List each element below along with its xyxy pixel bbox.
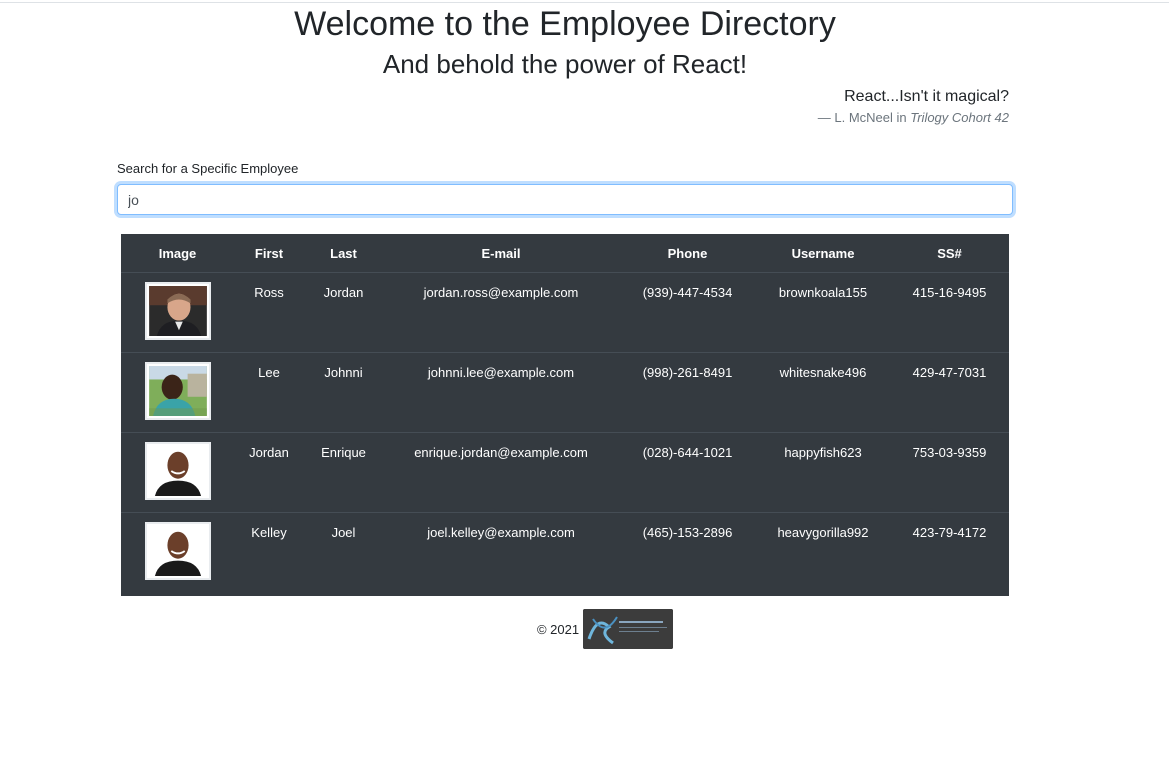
table-row: Ross Jordan jordan.ross@example.com (939…	[121, 273, 1009, 353]
page-title: Welcome to the Employee Directory	[294, 5, 836, 43]
employee-photo-icon	[148, 286, 207, 336]
table-row: Jordan Enrique enrique.jordan@example.co…	[121, 432, 1009, 513]
cell-ssn: 429-47-7031	[890, 352, 1009, 433]
cell-ssn: 415-16-9495	[912, 285, 987, 300]
column-header-username[interactable]: Username	[756, 234, 890, 273]
top-divider	[0, 2, 1169, 3]
cell-image	[121, 512, 234, 593]
cell-phone: (465)-153-2896	[619, 512, 756, 593]
employee-photo-icon	[148, 366, 207, 416]
cell-first: Jordan	[234, 432, 304, 513]
cell-username: heavygorilla992	[756, 512, 890, 593]
cell-email: enrique.jordan@example.com	[383, 432, 619, 513]
quote-text: React...Isn't it magical?	[844, 88, 1009, 105]
employee-photo	[144, 442, 211, 500]
quote-attribution: — L. McNeel in Trilogy Cohort 42	[818, 109, 1009, 127]
copyright-text: © 2021	[536, 621, 580, 637]
cell-ssn: 423-79-4172	[890, 512, 1009, 593]
quote-source: Trilogy Cohort 42	[910, 110, 1009, 125]
cell-first: Ross	[254, 285, 284, 300]
cell-last: Johnni	[304, 352, 383, 433]
cell-email: joel.kelley@example.com	[383, 512, 619, 593]
page-subtitle: And behold the power of React!	[382, 49, 748, 79]
cell-phone: (028)-644-1021	[619, 432, 756, 513]
employee-photo	[144, 282, 211, 340]
company-logo-icon	[583, 609, 674, 649]
column-header-first[interactable]: First	[234, 234, 304, 273]
cell-last: Jordan	[323, 285, 364, 300]
table-row: Lee Johnni johnni.lee@example.com (998)-…	[121, 352, 1009, 433]
column-header-email[interactable]: E-mail	[383, 234, 619, 273]
employee-photo-icon	[148, 526, 207, 576]
page-footer: © 2021	[0, 608, 1130, 650]
cell-phone: (939)-447-4534	[642, 285, 733, 300]
cell-image	[121, 352, 234, 433]
cell-ssn: 753-03-9359	[890, 432, 1009, 513]
employee-photo	[144, 522, 211, 580]
search-label: Search for a Specific Employee	[117, 161, 299, 176]
cell-image	[121, 273, 234, 353]
cell-email: johnni.lee@example.com	[383, 352, 619, 433]
cell-username: brownkoala155	[778, 285, 868, 300]
employee-photo	[144, 362, 211, 420]
search-input[interactable]	[117, 184, 1013, 215]
column-header-image[interactable]: Image	[121, 234, 234, 273]
cell-username: whitesnake496	[756, 352, 890, 433]
cell-email: jordan.ross@example.com	[423, 285, 579, 300]
cell-last: Enrique	[304, 432, 383, 513]
quote-author: — L. McNeel in	[817, 110, 907, 125]
cell-first: Kelley	[234, 512, 304, 593]
employee-table-container: Image First Last E-mail Phone Username S…	[121, 234, 1009, 596]
employee-table: Image First Last E-mail Phone Username S…	[121, 234, 1009, 593]
page: Welcome to the Employee Directory And be…	[0, 0, 1169, 772]
table-header-row: Image First Last E-mail Phone Username S…	[121, 234, 1009, 273]
table-row: Kelley Joel joel.kelley@example.com (465…	[121, 512, 1009, 593]
cell-phone: (998)-261-8491	[619, 352, 756, 433]
cell-username: happyfish623	[756, 432, 890, 513]
column-header-last[interactable]: Last	[304, 234, 383, 273]
column-header-phone[interactable]: Phone	[619, 234, 756, 273]
cell-image	[121, 432, 234, 513]
column-header-ssn[interactable]: SS#	[890, 234, 1009, 273]
cell-last: Joel	[304, 512, 383, 593]
cell-first: Lee	[234, 352, 304, 433]
employee-photo-icon	[148, 446, 207, 496]
